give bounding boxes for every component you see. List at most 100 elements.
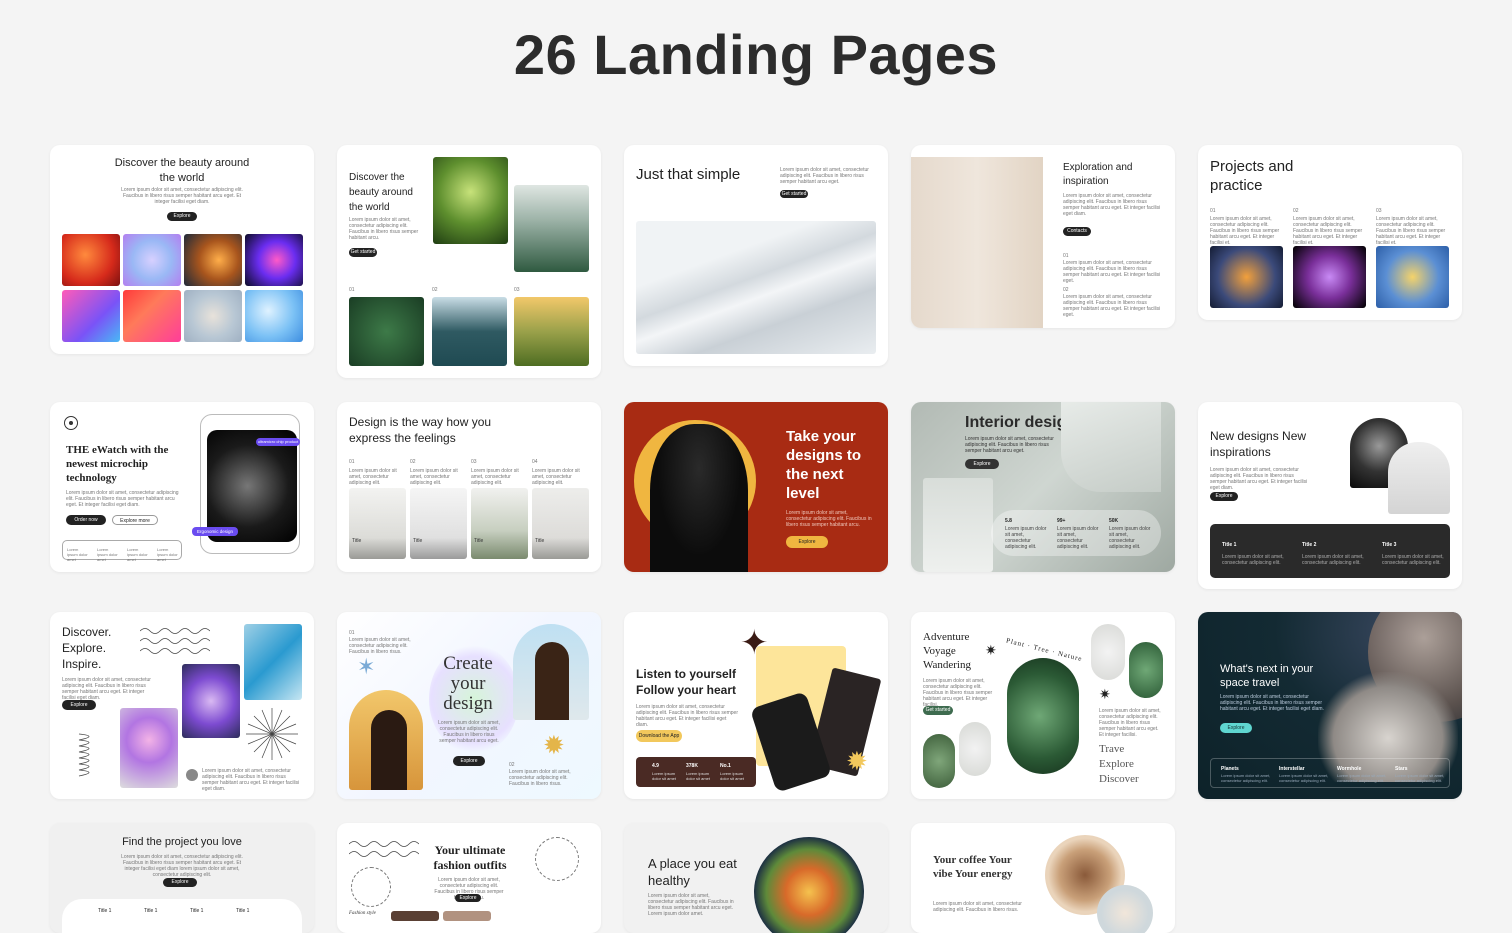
landing-page-card-14[interactable]: Adventure Voyage Wandering Lorem ipsum d…: [911, 612, 1175, 799]
quote-text: Lorem ipsum dolor sit amet, consectetur …: [202, 768, 300, 792]
explore-more-button[interactable]: Explore more: [112, 515, 158, 525]
card-heading: Projects and practice: [1210, 158, 1294, 194]
landing-page-card-2[interactable]: Discover the beauty around the world Lor…: [337, 145, 601, 378]
get-started-button[interactable]: Get started: [349, 248, 377, 257]
landing-page-card-7[interactable]: Design is the way how you express the fe…: [337, 402, 601, 572]
explore-button[interactable]: Explore: [1220, 723, 1252, 733]
vase-image: [923, 478, 993, 572]
art-image: [1376, 246, 1449, 308]
explore-button[interactable]: Explore: [167, 212, 197, 221]
coffee-image: [1097, 885, 1153, 933]
item-body: Lorem ipsum dolor sit amet, consectetur …: [349, 468, 397, 486]
gradient-image: [62, 234, 120, 286]
landing-page-card-18[interactable]: A place you eat healthy Lorem ipsum dolo…: [624, 823, 888, 933]
card-body: Lorem ipsum dolor sit amet, consectetur …: [786, 510, 872, 528]
card-heading: Your ultimate fashion outfits: [433, 843, 507, 872]
interior-image: [911, 157, 1043, 328]
spring-decoration: [78, 733, 90, 777]
landing-page-card-11[interactable]: Discover. Explore. Inspire. Lorem ipsum …: [50, 612, 314, 799]
card-body: Lorem ipsum dolor sit amet, consectetur …: [965, 436, 1054, 454]
item-body: Lorem ipsum dolor sit amet, consectetur …: [410, 468, 458, 486]
stats-panel: 5.8 99+ 50K Lorem ipsum dolor sit amet, …: [991, 510, 1161, 556]
get-started-button[interactable]: Get started: [923, 706, 953, 715]
download-app-button[interactable]: Download the App: [636, 730, 682, 742]
item-body: Lorem ipsum dolor sit amet, consectetur …: [509, 769, 571, 787]
landing-page-card-1[interactable]: Discover the beauty around the world Lor…: [50, 145, 314, 354]
card-body: Lorem ipsum dolor sit amet, consectetur …: [438, 720, 500, 744]
get-started-button[interactable]: Get started: [780, 190, 808, 198]
projects-panel: Title 1 Title 1 Title 1 Title 1: [62, 899, 302, 933]
index-number: 01: [349, 630, 355, 636]
card-body: Lorem ipsum dolor sit amet, consectetur …: [933, 901, 1022, 913]
gradient-image: [184, 290, 242, 342]
explore-button[interactable]: Explore: [62, 700, 96, 710]
feature-bar: Planets Interstellar Wormhole Stars Lore…: [1210, 758, 1450, 788]
sun-icon: ✹: [543, 730, 565, 760]
burst-decoration: [246, 708, 298, 760]
landing-page-card-5[interactable]: Projects and practice 01 02 03 Lorem ips…: [1198, 145, 1462, 320]
card-body: Lorem ipsum dolor sit amet, consectetur …: [648, 893, 734, 917]
stat-value: 5.8: [1005, 518, 1012, 524]
circle-badge: [535, 837, 579, 881]
wave-decoration: [349, 841, 419, 857]
landing-page-card-19[interactable]: Your coffee Your vibe Your energy Lorem …: [911, 823, 1175, 933]
landing-page-card-15[interactable]: What's next in your space travel Lorem i…: [1198, 612, 1462, 799]
arch-image: [1388, 442, 1450, 514]
feature-title: Title 2: [1302, 542, 1317, 548]
contacts-button[interactable]: Contacts: [1063, 227, 1091, 236]
gradient-image: [245, 290, 303, 342]
explore-button[interactable]: Explore: [163, 878, 197, 887]
order-now-button[interactable]: Order now: [66, 515, 106, 525]
art-image: [1293, 246, 1366, 308]
index-number: 02: [410, 459, 416, 465]
card-heading: Take your designs to the next level: [786, 428, 862, 502]
card-heading: New designs New inspirations: [1210, 429, 1307, 459]
trees-image: [349, 297, 424, 366]
landing-page-card-13[interactable]: Listen to yourself Follow your heart Lor…: [624, 612, 888, 799]
explore-button[interactable]: Explore: [453, 756, 485, 766]
card-heading: THE eWatch with the newest microchip tec…: [66, 444, 169, 484]
explore-button[interactable]: Explore: [455, 894, 481, 902]
landing-page-card-9[interactable]: Interior design Lorem ipsum dolor sit am…: [911, 402, 1175, 572]
circle-badge: [351, 867, 391, 907]
plant-image: Title: [349, 488, 406, 559]
feature-bar: Title 1 Title 2 Title 3 Lorem ipsum dolo…: [1210, 524, 1450, 578]
explore-button[interactable]: Explore: [1210, 492, 1238, 501]
card-body: Lorem ipsum dolor sit amet, consectetur …: [1210, 467, 1308, 491]
item-body: Lorem ipsum dolor sit amet, consectetur …: [1063, 260, 1161, 284]
watch-image: [207, 430, 297, 542]
star-icon: ✦: [740, 624, 769, 662]
landing-page-card-16[interactable]: Find the project you love Lorem ipsum do…: [50, 823, 314, 933]
plant-image: Title: [410, 488, 467, 559]
gradient-image: [245, 234, 303, 286]
landing-page-card-10[interactable]: New designs New inspirations Lorem ipsum…: [1198, 402, 1462, 589]
leaf-image: [923, 734, 955, 788]
portrait-image: [513, 624, 589, 720]
card-body: Lorem ipsum dolor sit amet, consectetur …: [349, 217, 419, 241]
landing-page-card-3[interactable]: Just that simple Lorem ipsum dolor sit a…: [624, 145, 888, 366]
foggy-forest-image: [514, 185, 589, 272]
landing-page-card-4[interactable]: Exploration and inspiration Lorem ipsum …: [911, 145, 1175, 328]
art-image: [1210, 246, 1283, 308]
portrait-image: [650, 424, 748, 572]
item-body: Lorem ipsum dolor sit amet, consectetur …: [1293, 216, 1363, 246]
explore-button[interactable]: Explore: [965, 459, 999, 469]
card-body: Lorem ipsum dolor sit amet, consectetur …: [121, 187, 243, 205]
feature-title: Title 3: [1382, 542, 1397, 548]
explore-button[interactable]: Explore: [786, 536, 828, 548]
card-heading: A place you eat healthy: [648, 856, 737, 888]
landing-page-card-8[interactable]: Take your designs to the next level Lore…: [624, 402, 888, 572]
window-image: [1061, 402, 1161, 492]
card-body: Lorem ipsum dolor sit amet, consectetur …: [1220, 694, 1324, 712]
landing-page-card-6[interactable]: THE eWatch with the newest microchip tec…: [50, 402, 314, 572]
sun-icon: ✹: [846, 746, 868, 776]
card-body: Lorem ipsum dolor sit amet, consectetur …: [121, 854, 243, 878]
feature-tag: ultramicro chip product: [256, 438, 300, 446]
landing-page-card-17[interactable]: Your ultimate fashion outfits Lorem ipsu…: [337, 823, 601, 933]
card-heading: Interior design: [965, 414, 1077, 431]
landing-page-card-12[interactable]: 01 Lorem ipsum dolor sit amet, consectet…: [337, 612, 601, 799]
wave-decoration: [140, 628, 210, 654]
card-heading: Find the project you love: [122, 836, 242, 848]
card-heading: Design is the way how you express the fe…: [349, 415, 492, 445]
item-body: Lorem ipsum dolor sit amet, consectetur …: [349, 637, 411, 655]
